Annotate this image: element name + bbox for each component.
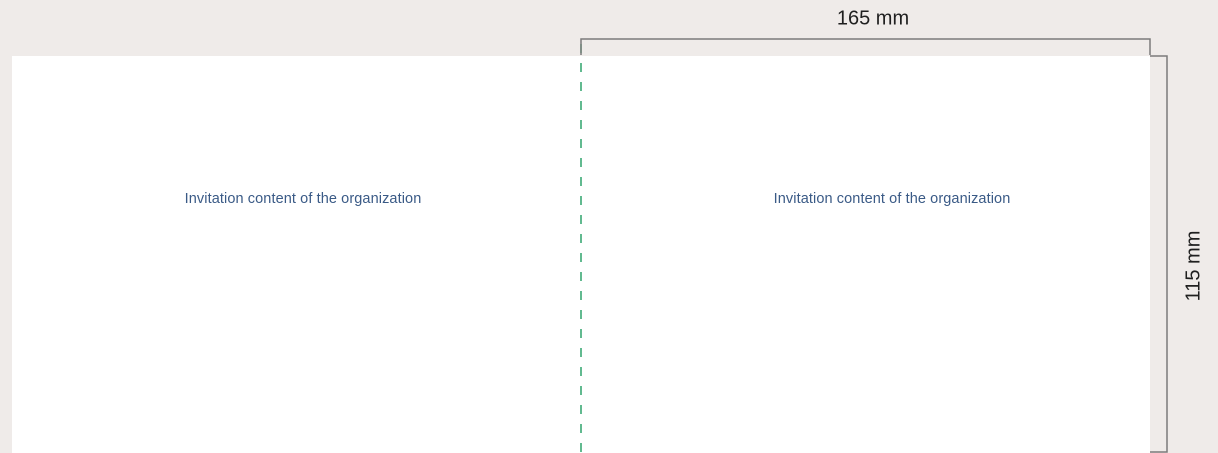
width-dimension-label: 165 mm: [836, 7, 910, 30]
dimension-lines: [580, 38, 1168, 453]
height-dimension-label: 115 mm: [1182, 230, 1205, 302]
height-dimension-line: [1150, 55, 1168, 453]
width-dimension-line: [580, 38, 1151, 55]
